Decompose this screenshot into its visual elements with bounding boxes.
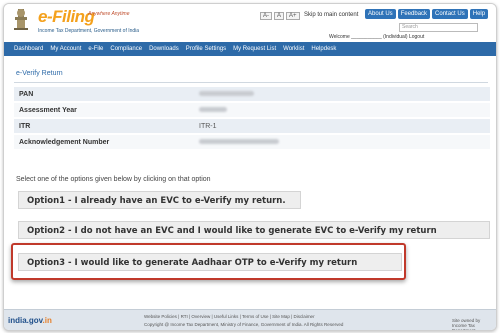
table-row: Assessment Year [14, 102, 490, 119]
increase-text-button[interactable]: A+ [286, 12, 300, 20]
india-gov-suffix: .in [42, 316, 52, 325]
main-nav: Dashboard My Account e-File Compliance D… [4, 42, 496, 56]
assessment-year-value [194, 102, 490, 119]
search-input[interactable]: Search [399, 23, 478, 32]
india-gov-logo[interactable]: india.gov.in [8, 316, 52, 325]
assessment-year-label: Assessment Year [14, 102, 194, 119]
copyright-text: Copyright @ Income Tax Department, Minis… [144, 322, 344, 327]
footer-links[interactable]: Website Policies | RTI | Overview | Usef… [144, 314, 315, 319]
nav-item-profile-settings[interactable]: Profile Settings [186, 46, 226, 52]
header: e-Filing Anywhere Anytime Income Tax Dep… [4, 4, 496, 42]
top-links: About Us Feedback Contact Us Help [365, 9, 489, 19]
redacted-value [199, 106, 227, 112]
nav-item-dashboard[interactable]: Dashboard [14, 46, 43, 52]
skip-to-content-link[interactable]: Skip to main content [304, 12, 358, 18]
return-info-table: PAN Assessment Year ITR ITR-1 Acknowledg… [14, 87, 490, 151]
acknowledgement-number-value [194, 134, 490, 151]
page-title: e-Verify Return [16, 70, 63, 77]
nav-item-my-request-list[interactable]: My Request List [233, 46, 276, 52]
title-divider [14, 82, 488, 83]
nav-item-compliance[interactable]: Compliance [110, 46, 142, 52]
nav-item-my-account[interactable]: My Account [50, 46, 81, 52]
table-row: Acknowledgement Number [14, 134, 490, 151]
nav-item-worklist[interactable]: Worklist [283, 46, 304, 52]
redacted-value [199, 90, 254, 96]
table-row: PAN [14, 87, 490, 103]
pan-value [194, 87, 490, 103]
about-us-link[interactable]: About Us [365, 9, 396, 19]
logo-subtitle: Income Tax Department, Government of Ind… [38, 28, 140, 34]
itr-label: ITR [14, 118, 194, 135]
footer: india.gov.in Website Policies | RTI | Ov… [4, 309, 496, 331]
national-emblem-icon [14, 9, 28, 30]
option2-button[interactable]: Option2 - I do not have an EVC and I wou… [18, 221, 490, 239]
redacted-value [199, 138, 279, 144]
instruction-text: Select one of the options given below by… [16, 176, 211, 183]
nav-item-downloads[interactable]: Downloads [149, 46, 179, 52]
help-link[interactable]: Help [469, 9, 489, 19]
text-size-controls: A- A A+ [260, 12, 300, 20]
india-gov-text: india.gov [8, 316, 43, 325]
feedback-link[interactable]: Feedback [397, 9, 431, 19]
pan-label: PAN [14, 87, 194, 103]
decrease-text-button[interactable]: A- [260, 12, 272, 20]
option3-button[interactable]: Option3 - I would like to generate Aadha… [18, 253, 402, 271]
acknowledgement-number-label: Acknowledgement Number [14, 134, 194, 151]
nav-item-helpdesk[interactable]: Helpdesk [311, 46, 336, 52]
browser-frame: e-Filing Anywhere Anytime Income Tax Dep… [3, 3, 497, 331]
contact-us-link[interactable]: Contact Us [432, 9, 468, 19]
site-owner-text: Site owned by Income Tax Department [452, 318, 481, 331]
option1-button[interactable]: Option1 - I already have an EVC to e-Ver… [18, 191, 301, 209]
normal-text-button[interactable]: A [274, 12, 285, 20]
table-row: ITR ITR-1 [14, 118, 490, 135]
itr-value: ITR-1 [194, 118, 490, 135]
efiling-logo[interactable]: e-Filing [38, 7, 95, 27]
logo-tagline: Anywhere Anytime [88, 11, 130, 17]
welcome-logout-text[interactable]: Welcome ___________ (Individual) Logout [329, 34, 424, 40]
nav-item-e-file[interactable]: e-File [88, 46, 103, 52]
